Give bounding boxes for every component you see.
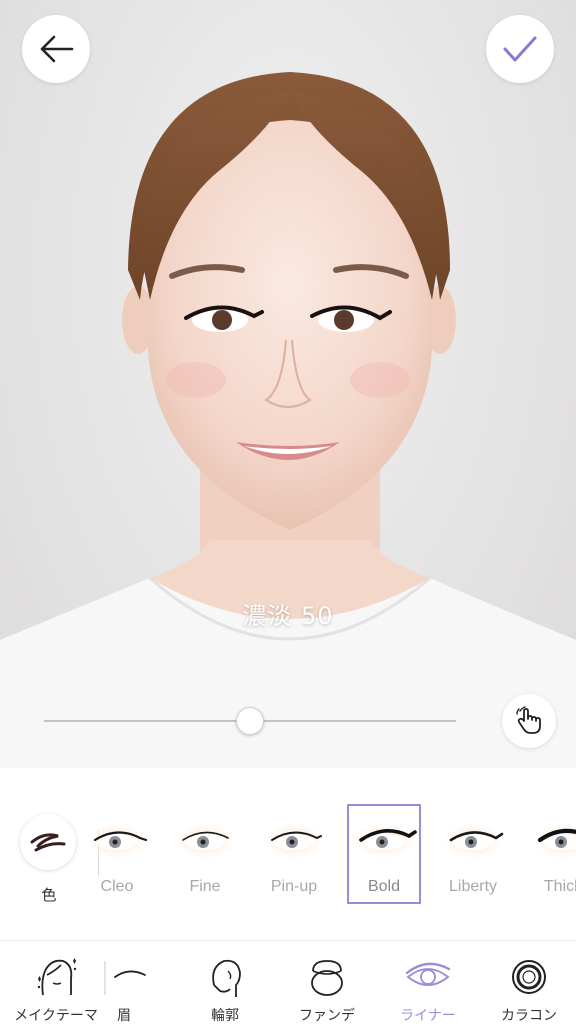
done-button[interactable] — [486, 15, 554, 83]
face-preview: 濃淡 50 — [0, 0, 576, 768]
tab-label: カラコン — [501, 1008, 557, 1024]
checkmark-icon — [503, 36, 537, 62]
style-label: Pin-up — [270, 878, 318, 895]
liner-style-bold[interactable]: Bold — [347, 804, 421, 904]
color-swatch[interactable] — [20, 814, 76, 870]
eye-preview — [349, 818, 419, 864]
face-contour-icon — [212, 959, 241, 997]
liner-style-cleo[interactable]: Cleo — [82, 806, 152, 902]
liner-style-selector: 色 Cleo Fine Pin-up Bold Liberty Thic — [0, 768, 576, 940]
tab-liner[interactable]: ライナー — [378, 949, 478, 1024]
intensity-slider[interactable] — [44, 706, 456, 736]
tab-label: ライナー — [400, 1008, 456, 1024]
back-button[interactable] — [22, 15, 90, 83]
liner-style-pin-up[interactable]: Pin-up — [259, 806, 329, 902]
tab-label: 輪郭 — [211, 1008, 239, 1024]
liner-style-fine[interactable]: Fine — [170, 806, 240, 902]
tap-hand-icon — [516, 706, 541, 734]
compare-button[interactable] — [502, 694, 556, 748]
eye-preview — [528, 818, 576, 864]
style-label: Thick — [543, 878, 576, 895]
arrow-left-icon — [40, 35, 74, 63]
eyebrow-icon — [104, 961, 146, 995]
face-theme-icon — [37, 958, 77, 996]
eye-preview — [259, 818, 329, 864]
style-label: Cleo — [100, 878, 134, 895]
tab-foundation[interactable]: ファンデ — [277, 949, 377, 1024]
tab-eyebrow[interactable]: 眉 — [74, 949, 174, 1024]
eye-preview — [438, 818, 508, 864]
slider-thumb[interactable] — [236, 707, 264, 735]
eye-preview — [82, 818, 152, 864]
liner-style-liberty[interactable]: Liberty — [438, 806, 508, 902]
eye-liner-icon — [405, 962, 451, 986]
compact-icon — [311, 960, 343, 996]
style-label: Fine — [189, 878, 221, 895]
category-tab-bar: メイクテーマ 眉 輪郭 ファンデ ライナー カラコン — [0, 940, 576, 1024]
style-label: Liberty — [448, 878, 498, 895]
tab-label: 眉 — [117, 1008, 131, 1024]
color-picker[interactable]: 色 — [20, 814, 78, 905]
tab-contour[interactable]: 輪郭 — [175, 949, 275, 1024]
tab-color-contact[interactable]: カラコン — [479, 949, 576, 1024]
contact-lens-icon — [512, 960, 546, 994]
intensity-label: 濃淡 50 — [242, 602, 334, 630]
eye-preview — [170, 818, 240, 864]
color-label: 色 — [41, 886, 57, 904]
model-photo — [0, 72, 576, 768]
liner-style-thick[interactable]: Thick — [528, 806, 576, 902]
tab-label: ファンデ — [299, 1008, 355, 1024]
liner-stroke-icon — [30, 833, 66, 852]
style-label: Bold — [367, 878, 401, 895]
